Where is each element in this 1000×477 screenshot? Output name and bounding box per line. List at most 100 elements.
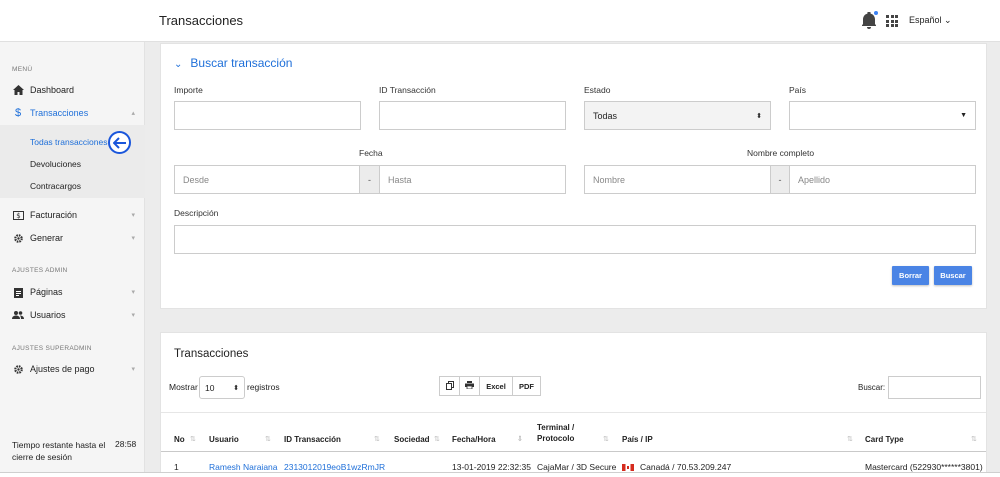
- menu-section-label: MENÚ: [12, 66, 33, 73]
- fecha-label: Fecha: [359, 148, 383, 158]
- row-fecha-hora: 13-01-2019 22:32:35: [452, 462, 531, 472]
- print-icon: [465, 381, 474, 391]
- importe-input[interactable]: [174, 101, 361, 130]
- fecha-desde-input[interactable]: Desde: [174, 165, 360, 194]
- nombre-completo-label: Nombre completo: [747, 148, 815, 158]
- row-card-type: Mastercard (522930******3801): [865, 462, 983, 472]
- column-header-terminal[interactable]: Terminal / Protocolo: [537, 422, 574, 444]
- page-title: Transacciones: [159, 13, 244, 28]
- select-arrows-icon: ⬍: [233, 384, 239, 392]
- search-panel-toggle[interactable]: ⌄ Buscar transacción: [174, 56, 292, 70]
- language-label: Español: [909, 15, 942, 25]
- id-transaccion-input[interactable]: [379, 101, 566, 130]
- chevron-down-icon: ⌄: [944, 15, 952, 25]
- sidebar-item-usuarios[interactable]: Usuarios ▾: [0, 305, 145, 325]
- copy-button[interactable]: [439, 376, 460, 396]
- sort-icon: ⇅: [434, 436, 440, 443]
- id-transaccion-label: ID Transacción: [379, 85, 436, 95]
- column-header-pais-ip[interactable]: País / IP: [622, 434, 653, 445]
- table-search-input[interactable]: [888, 376, 981, 399]
- select-arrows-icon: ⬍: [756, 112, 762, 120]
- column-header-no[interactable]: No: [174, 434, 185, 445]
- print-button[interactable]: [459, 376, 480, 396]
- column-header-terminal-line2: Protocolo: [537, 434, 575, 443]
- sidebar-subitem-todas-transacciones[interactable]: Todas transacciones: [30, 137, 108, 147]
- sidebar: MENÚ Dashboard $ Transacciones ▴ Todas t…: [0, 42, 145, 477]
- pdf-button[interactable]: PDF: [512, 376, 541, 396]
- row-usuario-link[interactable]: Ramesh Naraiana: [209, 462, 278, 472]
- apps-grid-icon[interactable]: [886, 15, 898, 27]
- chevron-down-icon: ▾: [131, 235, 135, 242]
- page-length-select[interactable]: 10 ⬍: [199, 376, 245, 399]
- sidebar-item-label: Páginas: [30, 287, 63, 297]
- sidebar-item-facturacion[interactable]: $ Facturación ▾: [0, 205, 145, 225]
- sort-icon: ⇅: [603, 436, 609, 443]
- page-length-value: 10: [205, 382, 215, 393]
- row-id-transaccion-link[interactable]: 2313012019eoB1wzRmJR: [284, 462, 385, 472]
- sidebar-item-label: Transacciones: [30, 108, 89, 118]
- column-header-usuario[interactable]: Usuario: [209, 434, 239, 445]
- row-pais-ip: Canadá / 70.53.209.247: [622, 462, 731, 472]
- session-timeout-value: 28:58: [115, 439, 137, 449]
- top-bar: Transacciones Español ⌄: [0, 0, 1000, 42]
- chevron-down-icon: ▾: [131, 212, 135, 219]
- sidebar-subitem-contracargos[interactable]: Contracargos: [30, 181, 81, 191]
- column-header-fecha-hora[interactable]: Fecha/Hora: [452, 434, 496, 445]
- row-no: 1: [174, 462, 179, 472]
- sidebar-item-label: Generar: [30, 233, 64, 243]
- nombre-input[interactable]: Nombre: [584, 165, 771, 194]
- sort-icon: ⇅: [847, 436, 853, 443]
- apellido-input[interactable]: Apellido: [789, 165, 976, 194]
- estado-label: Estado: [584, 85, 611, 95]
- sort-icon: ⇅: [190, 436, 196, 443]
- fecha-hasta-input[interactable]: Hasta: [379, 165, 566, 194]
- table-header-bottom-border: [161, 451, 986, 452]
- chevron-up-icon: ▴: [131, 110, 135, 117]
- gear-icon: [12, 232, 24, 244]
- chevron-down-icon: ▾: [131, 289, 135, 296]
- column-header-sociedad[interactable]: Sociedad: [394, 434, 430, 445]
- sort-desc-icon: ⇩: [517, 436, 523, 443]
- clipboard-icon: [12, 286, 24, 298]
- column-header-card-type[interactable]: Card Type: [865, 434, 904, 445]
- sort-icon: ⇅: [265, 436, 271, 443]
- borrar-button[interactable]: Borrar: [892, 266, 929, 285]
- buscar-button[interactable]: Buscar: [934, 266, 972, 285]
- sidebar-item-generar[interactable]: Generar ▾: [0, 228, 145, 248]
- column-header-id-transaccion[interactable]: ID Transacción: [284, 434, 341, 445]
- arrow-left-icon: [108, 131, 131, 154]
- home-icon: [12, 84, 24, 96]
- sort-icon: ⇅: [374, 436, 380, 443]
- sidebar-item-label: Ajustes de pago: [30, 364, 95, 374]
- session-timeout-text: Tiempo restante hasta el cierre de sesió…: [12, 440, 106, 462]
- sidebar-item-dashboard[interactable]: Dashboard: [0, 80, 145, 100]
- chevron-down-icon: ▾: [131, 366, 135, 373]
- registros-label: registros: [247, 382, 280, 392]
- gear-icon: [12, 363, 24, 375]
- language-selector[interactable]: Español ⌄: [909, 15, 952, 26]
- sidebar-subitem-devoluciones[interactable]: Devoluciones: [30, 159, 81, 169]
- search-panel-title: Buscar transacción: [190, 56, 293, 70]
- sort-icon: ⇅: [971, 436, 977, 443]
- excel-button[interactable]: Excel: [479, 376, 513, 396]
- chevron-down-icon: ▾: [131, 312, 135, 319]
- table-header-top-border: [161, 412, 986, 413]
- sidebar-item-ajustes-de-pago[interactable]: Ajustes de pago ▾: [0, 359, 145, 379]
- sidebar-item-transacciones[interactable]: $ Transacciones ▴: [0, 103, 145, 123]
- svg-text:$: $: [16, 212, 20, 220]
- canada-flag-icon: [622, 464, 634, 472]
- sidebar-item-paginas[interactable]: Páginas ▾: [0, 282, 145, 302]
- sidebar-item-label: Dashboard: [30, 85, 75, 95]
- descripcion-input[interactable]: [174, 225, 976, 254]
- sidebar-item-label: Facturación: [30, 210, 78, 220]
- pais-label: País: [789, 85, 807, 95]
- descripcion-label: Descripción: [174, 208, 219, 218]
- nombre-placeholder: Nombre: [593, 174, 626, 185]
- estado-select[interactable]: Todas ⬍: [584, 101, 771, 130]
- fecha-hasta-placeholder: Hasta: [388, 174, 412, 185]
- importe-label: Importe: [174, 85, 203, 95]
- nombre-separator: -: [771, 165, 789, 194]
- transactions-title: Transacciones: [174, 348, 249, 360]
- pais-select[interactable]: ▼: [789, 101, 976, 130]
- notification-bell-icon[interactable]: [862, 11, 878, 30]
